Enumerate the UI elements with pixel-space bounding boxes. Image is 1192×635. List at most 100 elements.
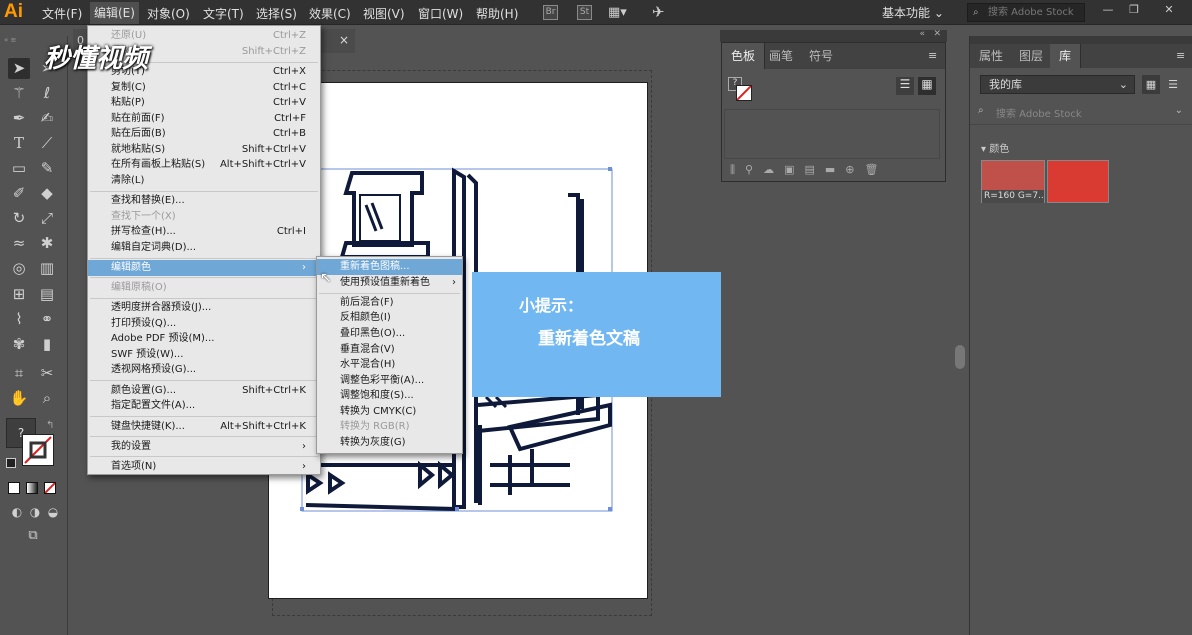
menu-item-paste-in-back[interactable]: 贴在后面(B) Ctrl+B [88,126,320,142]
menu-item-pdf-presets[interactable]: Adobe PDF 预设(M)... [88,331,320,347]
submenu-item-saturate[interactable]: 调整饱和度(S)... [317,388,462,404]
submenu-item-blend-front-to-back[interactable]: 前后混合(F) [317,295,462,311]
mesh-tool-icon[interactable]: ⊞ [8,284,30,305]
library-color-swatch-2[interactable] [1047,160,1109,203]
library-color-swatch-1[interactable]: R=160 G=7... [981,160,1045,203]
menu-window[interactable]: 窗口(W) [414,5,467,22]
eyedropper-tool-icon[interactable]: ⌇ [8,309,30,330]
tab-brushes[interactable]: 画笔 [760,43,802,69]
swatch-grid[interactable] [724,109,940,159]
grid-view-icon[interactable]: ▦ [918,77,936,95]
list-view-icon[interactable]: ☰ [896,77,914,95]
menu-item-paste-in-front[interactable]: 贴在前面(F) Ctrl+F [88,111,320,127]
pen-tool-icon[interactable]: ✒ [8,108,30,129]
menu-item-edit-dictionary[interactable]: 编辑自定词典(D)... [88,240,320,256]
selection-tool-icon[interactable]: ➤ [8,58,30,79]
screen-mode-icon[interactable]: ⧉ [22,525,44,546]
minimize-icon[interactable]: — [1099,3,1117,19]
artboard-tool-icon[interactable]: ⌗ [8,363,30,384]
menu-edit[interactable]: 编辑(E) [90,2,139,24]
paintbrush-tool-icon[interactable]: ✎ [36,158,58,179]
color-mode-icon[interactable] [8,482,20,494]
column-graph-tool-icon[interactable]: ▮ [36,334,58,355]
submenu-item-recolor-with-preset[interactable]: 使用预设值重新着色 › [317,275,462,291]
gpu-performance-icon[interactable]: ✈ [652,3,665,21]
arrange-documents-icon[interactable]: ▦▾ [608,5,627,20]
menu-item-keyboard-shortcuts[interactable]: 键盘快捷键(K)... Alt+Shift+Ctrl+K [88,419,320,435]
bridge-icon[interactable]: Br [543,5,558,20]
panel-menu-icon[interactable]: ≡ [1176,49,1185,62]
puppet-warp-tool-icon[interactable]: ✱ [36,233,58,254]
tab-symbols[interactable]: 符号 [800,43,842,69]
shaper-tool-icon[interactable]: ✐ [8,183,30,204]
gradient-mode-icon[interactable] [26,482,38,494]
zoom-tool-icon[interactable]: ⌕ [36,388,58,409]
menu-item-print-presets[interactable]: 打印预设(Q)... [88,316,320,332]
menu-item-color-settings[interactable]: 颜色设置(G)... Shift+Ctrl+K [88,383,320,399]
submenu-item-convert-rgb[interactable]: 转换为 RGB(R) [317,419,462,435]
submenu-item-blend-horizontally[interactable]: 水平混合(H) [317,357,462,373]
swatches-panel-header[interactable]: « ✕ [720,29,947,42]
menu-item-spell-check[interactable]: 拼写检查(H)... Ctrl+I [88,224,320,240]
menu-item-find-replace[interactable]: 查找和替换(E)... [88,193,320,209]
menu-effect[interactable]: 效果(C) [305,5,355,22]
submenu-item-overprint-black[interactable]: 叠印黑色(O)... [317,326,462,342]
tab-libraries[interactable]: 库 [1050,44,1082,68]
panel-menu-icon[interactable]: ≡ [928,49,937,62]
draw-inside-icon[interactable]: ◒ [42,502,64,523]
grid-view-icon[interactable]: ▦ [1142,75,1160,94]
menu-item-paste-in-place[interactable]: 就地粘贴(S) Shift+Ctrl+V [88,142,320,158]
menu-item-edit-colors[interactable]: 编辑颜色 › [88,260,320,276]
menu-item-my-settings[interactable]: 我的设置 › [88,439,320,455]
swatch-stroke[interactable] [736,85,752,101]
menu-item-transparency-presets[interactable]: 透明度拼合器预设(J)... [88,300,320,316]
list-view-icon[interactable]: ☰ [1164,75,1182,94]
submenu-item-adjust-color-balance[interactable]: 调整色彩平衡(A)... [317,373,462,389]
close-tab-icon[interactable]: × [339,33,349,47]
line-tool-icon[interactable]: ⟋ [36,133,58,154]
menu-item-edit-original[interactable]: 编辑原稿(O) [88,280,320,296]
menu-item-assign-profile[interactable]: 指定配置文件(A)... [88,398,320,414]
menu-item-copy[interactable]: 复制(C) Ctrl+C [88,80,320,96]
shape-builder-tool-icon[interactable]: ◎ [8,258,30,279]
menu-item-paste-all-artboards[interactable]: 在所有画板上粘贴(S) Alt+Shift+Ctrl+V [88,157,320,173]
restore-icon[interactable]: ❐ [1125,3,1143,19]
rotate-tool-icon[interactable]: ↻ [8,208,30,229]
perspective-grid-tool-icon[interactable]: ▥ [36,258,58,279]
vertical-scrollbar[interactable] [955,345,965,369]
stock-search-input[interactable]: ⌕ 搜索 Adobe Stock [967,3,1085,22]
rectangle-tool-icon[interactable]: ▭ [8,158,30,179]
menu-item-preferences[interactable]: 首选项(N) › [88,459,320,475]
submenu-item-invert-colors[interactable]: 反相颜色(I) [317,310,462,326]
magic-wand-tool-icon[interactable]: ⚚ [8,83,30,104]
menu-object[interactable]: 对象(O) [143,5,194,22]
library-search-input[interactable]: ⌕ 搜索 Adobe Stock ⌄ [978,105,1183,121]
collapse-panel-icon[interactable]: « [919,29,925,39]
menu-type[interactable]: 文字(T) [199,5,248,22]
blend-tool-icon[interactable]: ⚭ [36,309,58,330]
menu-help[interactable]: 帮助(H) [472,5,522,22]
swap-fill-stroke-icon[interactable]: ↰ [46,420,54,431]
menu-item-paste[interactable]: 粘贴(P) Ctrl+V [88,95,320,111]
workspace-switcher[interactable]: 基本功能 ⌄ [882,4,944,21]
tab-layers[interactable]: 图层 [1010,44,1052,68]
menu-item-find-next[interactable]: 查找下一个(X) [88,209,320,225]
default-fill-stroke-icon[interactable] [6,458,16,468]
width-tool-icon[interactable]: ≈ [8,233,30,254]
submenu-item-convert-cmyk[interactable]: 转换为 CMYK(C) [317,404,462,420]
tab-swatches[interactable]: 色板 [722,43,766,69]
submenu-item-recolor-artwork[interactable]: 重新着色图稿... [317,259,462,275]
menu-item-swf-presets[interactable]: SWF 预设(W)... [88,347,320,363]
tab-properties[interactable]: 属性 [970,44,1012,68]
close-panel-icon[interactable]: ✕ [933,29,941,39]
curvature-tool-icon[interactable]: ✍ [36,108,58,129]
menu-item-perspective-presets[interactable]: 透视网格预设(G)... [88,362,320,378]
none-mode-icon[interactable] [44,482,56,494]
lasso-tool-icon[interactable]: ℓ [36,83,58,104]
submenu-item-blend-vertically[interactable]: 垂直混合(V) [317,342,462,358]
stock-icon[interactable]: St [577,5,592,20]
menu-select[interactable]: 选择(S) [252,5,301,22]
symbol-sprayer-tool-icon[interactable]: ✾ [8,334,30,355]
menu-item-clear[interactable]: 清除(L) [88,173,320,189]
library-select[interactable]: 我的库 ⌄ [980,75,1135,94]
